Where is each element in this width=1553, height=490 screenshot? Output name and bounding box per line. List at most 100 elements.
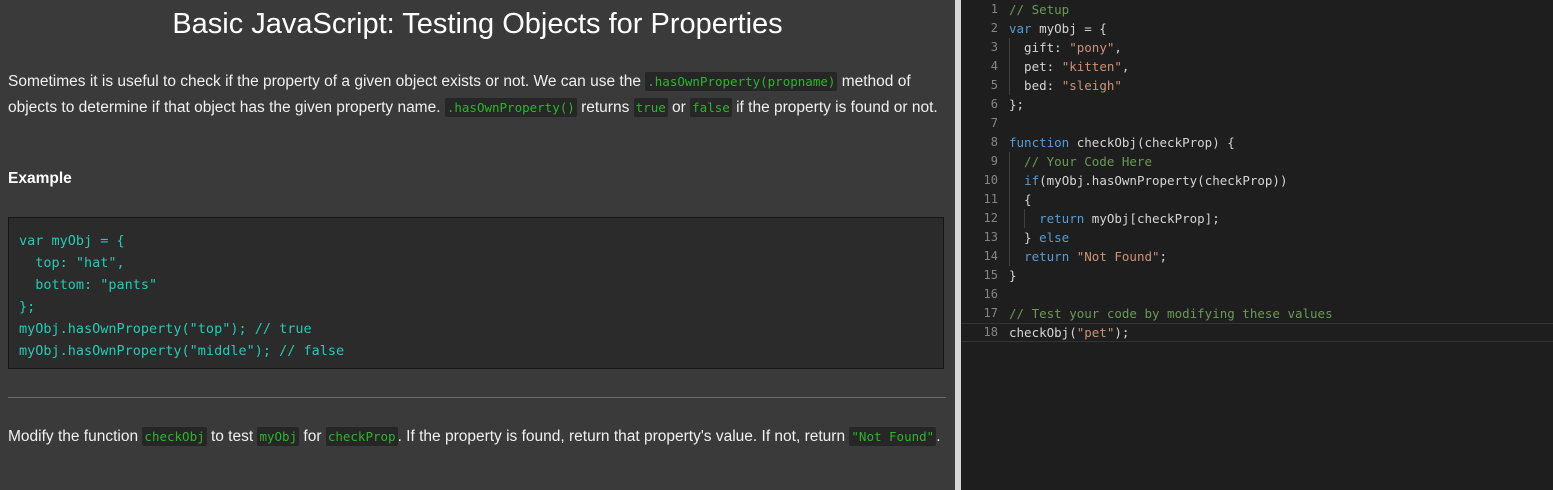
code-token: if: [1024, 173, 1040, 188]
line-code: // Test your code by modifying these val…: [1009, 304, 1333, 323]
instructions-text: Modify the function: [8, 428, 143, 445]
instructions-text: to test: [206, 428, 258, 445]
intro-text: or: [667, 98, 691, 116]
inline-code: checkObj: [142, 427, 207, 446]
app-window: Basic JavaScript: Testing Objects for Pr…: [0, 0, 1553, 490]
line-code: return "Not Found";: [1009, 247, 1167, 266]
code-token: "Not Found": [1076, 249, 1160, 264]
line-code: {: [1009, 190, 1032, 209]
inline-code: false: [690, 97, 732, 117]
code-token: );: [1114, 325, 1130, 340]
inline-code: "Not Found": [849, 427, 937, 446]
editor-line[interactable]: 10 if(myObj.hasOwnProperty(checkProp)): [961, 171, 1553, 190]
example-code-block: var myObj = { top: "hat", bottom: "pants…: [8, 217, 944, 369]
editor-line[interactable]: 16: [961, 285, 1553, 304]
code-token: var: [1009, 21, 1032, 36]
line-code: };: [1009, 95, 1024, 114]
code-token: pet:: [1009, 59, 1062, 74]
code-token: function: [1009, 135, 1070, 150]
code-token: (myObj.hasOwnProperty(checkProp)): [1039, 173, 1288, 188]
instructions-text: . If the property is found, return that …: [397, 428, 850, 445]
code-token: checkObj(: [1009, 325, 1077, 340]
line-code: gift: "pony",: [1009, 38, 1122, 57]
code-token: gift:: [1009, 40, 1070, 55]
line-number: 10: [983, 173, 998, 187]
editor-line[interactable]: 18 checkObj("pet");: [961, 323, 1553, 342]
code-token: myObj[checkProp];: [1084, 211, 1220, 226]
inline-code: checkProp: [325, 427, 398, 446]
instructions-text: for: [299, 428, 326, 445]
line-number: 17: [983, 306, 998, 320]
challenge-title: Basic JavaScript: Testing Objects for Pr…: [172, 8, 783, 40]
line-code: return myObj[checkProp];: [1009, 209, 1220, 228]
intro-paragraph: Sometimes it is useful to check if the p…: [8, 69, 943, 120]
editor-line[interactable]: 1 // Setup: [961, 0, 1553, 19]
line-code: var myObj = {: [1009, 19, 1107, 38]
code-token: return: [1039, 211, 1085, 226]
line-number: 2: [990, 21, 998, 35]
line-code: // Your Code Here: [1009, 152, 1152, 171]
inline-code: myObj: [257, 427, 300, 446]
editor-line[interactable]: 6};: [961, 95, 1553, 114]
editor-line[interactable]: 8 function checkObj(checkProp) {: [961, 133, 1553, 152]
line-number: 16: [983, 287, 998, 301]
line-number: 11: [983, 192, 998, 206]
instructions-text: .: [936, 428, 941, 445]
line-code: // Setup: [1009, 0, 1069, 19]
editor-line[interactable]: 5 bed: "sleigh": [961, 76, 1553, 95]
editor-line[interactable]: 14 return "Not Found";: [961, 247, 1553, 266]
inline-code: true: [633, 97, 668, 117]
code-token: ;: [1159, 249, 1168, 264]
code-token: ,: [1114, 40, 1122, 55]
line-code: pet: "kitten",: [1009, 57, 1129, 76]
line-number: 7: [990, 116, 998, 130]
editor-line[interactable]: 9 // Your Code Here: [961, 152, 1553, 171]
line-number: 15: [983, 268, 998, 282]
editor-line[interactable]: 15}: [961, 266, 1553, 285]
editor-line[interactable]: 3 gift: "pony",: [961, 38, 1553, 57]
code-token: };: [1009, 97, 1025, 112]
line-code: checkObj("pet");: [1009, 324, 1129, 341]
code-token: "pony": [1069, 40, 1115, 55]
line-number: 14: [983, 249, 998, 263]
editor-line[interactable]: 12 return myObj[checkProp];: [961, 209, 1553, 228]
line-number: 3: [990, 40, 998, 54]
intro-text: Sometimes it is useful to check if the p…: [8, 73, 646, 90]
code-token: ,: [1121, 59, 1130, 74]
code-token: }: [1009, 230, 1040, 245]
code-token: }: [1009, 268, 1017, 283]
example-heading: Example: [8, 170, 72, 187]
editor-line[interactable]: 4 pet: "kitten",: [961, 57, 1553, 76]
editor-line[interactable]: 11 {: [961, 190, 1553, 209]
challenge-description-panel: Basic JavaScript: Testing Objects for Pr…: [0, 0, 955, 490]
code-token: "kitten": [1061, 59, 1122, 74]
intro-text: returns: [576, 98, 634, 116]
example-code: var myObj = { top: "hat", bottom: "pants…: [19, 233, 345, 359]
code-token: // Test your code by modifying these val…: [1009, 306, 1333, 321]
divider-line: [8, 397, 946, 398]
code-token: bed:: [1009, 78, 1062, 93]
editor-line[interactable]: 17 // Test your code by modifying these v…: [961, 304, 1553, 323]
code-token: "sleigh": [1061, 78, 1122, 93]
line-code: if(myObj.hasOwnProperty(checkProp)): [1009, 171, 1287, 190]
editor-line[interactable]: 7: [961, 114, 1553, 133]
line-number: 13: [983, 230, 998, 244]
editor-line[interactable]: 13 } else: [961, 228, 1553, 247]
code-token: // Setup: [1009, 2, 1070, 17]
line-number: 9: [990, 154, 998, 168]
line-code: } else: [1009, 228, 1069, 247]
code-token: "pet": [1076, 325, 1115, 340]
code-editor-panel[interactable]: 1// Setup 2 var myObj = {3 gift: "pony", 4 …: [961, 0, 1553, 490]
code-editor[interactable]: 1// Setup 2 var myObj = {3 gift: "pony", 4 …: [961, 0, 1553, 342]
line-number: 5: [990, 78, 998, 92]
line-number: 18: [983, 325, 998, 339]
line-code: bed: "sleigh": [1009, 76, 1122, 95]
line-code: }: [1009, 266, 1017, 285]
code-token: myObj = {: [1031, 21, 1107, 36]
editor-line[interactable]: 2 var myObj = {: [961, 19, 1553, 38]
code-token: {: [1009, 192, 1032, 207]
line-number: 4: [990, 59, 998, 73]
